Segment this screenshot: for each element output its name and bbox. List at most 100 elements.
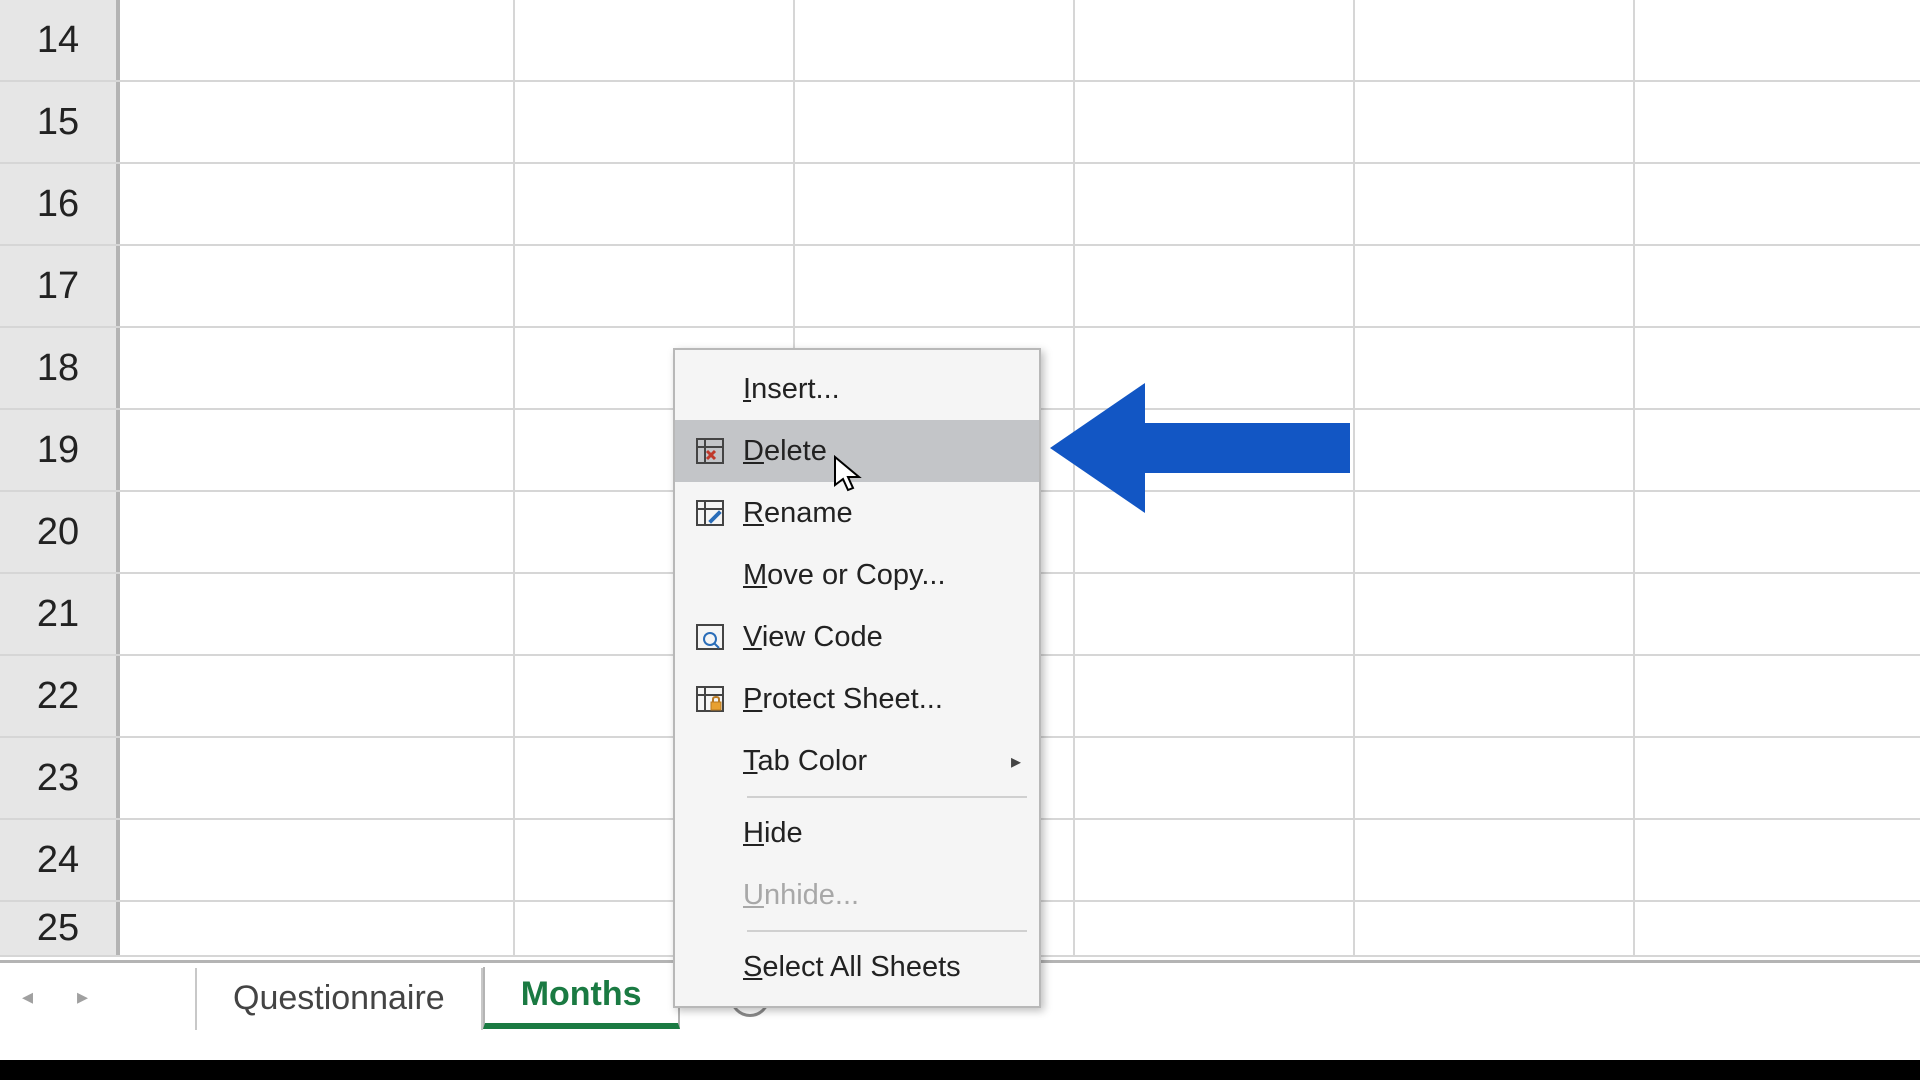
menu-separator [747,930,1027,932]
cell[interactable] [1075,246,1355,326]
cell[interactable] [120,82,515,162]
cell[interactable] [1075,738,1355,818]
sheet-tab-label: Questionnaire [233,979,445,1018]
cell[interactable] [1075,164,1355,244]
row-header[interactable]: 15 [0,82,120,162]
menu-rename[interactable]: Rename [675,482,1039,544]
blank-icon [685,875,735,915]
cell[interactable] [120,574,515,654]
menu-label: Protect Sheet... [743,683,1029,716]
cell[interactable] [515,246,795,326]
cell[interactable] [795,246,1075,326]
cell[interactable] [1355,492,1635,572]
cell[interactable] [1355,902,1635,955]
cell[interactable] [515,0,795,80]
row-header[interactable]: 19 [0,410,120,490]
cell[interactable] [120,164,515,244]
cell[interactable] [1355,0,1635,80]
sheet-tab-questionnaire[interactable]: Questionnaire [195,968,483,1030]
cell[interactable] [795,164,1075,244]
cell[interactable] [1075,492,1355,572]
menu-label: Select All Sheets [743,951,1029,984]
cell[interactable] [1355,82,1635,162]
row-16: 16 [0,164,1920,246]
cell[interactable] [120,902,515,955]
menu-tab-color[interactable]: Tab Color ▸ [675,730,1039,792]
cell[interactable] [1075,328,1355,408]
menu-hide[interactable]: Hide [675,802,1039,864]
row-header[interactable]: 17 [0,246,120,326]
blank-icon [685,947,735,987]
row-header[interactable]: 23 [0,738,120,818]
cell[interactable] [1075,902,1355,955]
cell[interactable] [1355,246,1635,326]
cell[interactable] [120,738,515,818]
blank-icon [685,813,735,853]
menu-select-all-sheets[interactable]: Select All Sheets [675,936,1039,998]
bottom-border [0,1060,1920,1080]
row-15: 15 [0,82,1920,164]
view-code-icon [685,617,735,657]
row-header[interactable]: 20 [0,492,120,572]
row-header[interactable]: 16 [0,164,120,244]
menu-move-copy[interactable]: Move or Copy... [675,544,1039,606]
delete-sheet-icon [685,431,735,471]
menu-label: Hide [743,817,1029,850]
row-header[interactable]: 14 [0,0,120,80]
cell[interactable] [795,82,1075,162]
chevron-right-icon: ▸ [77,984,88,1010]
menu-label: Rename [743,497,1029,530]
menu-delete[interactable]: Delete [675,420,1039,482]
cell[interactable] [795,0,1075,80]
menu-separator [747,796,1027,798]
row-header[interactable]: 21 [0,574,120,654]
cell[interactable] [120,246,515,326]
sheet-tab-months[interactable]: Months [483,967,680,1029]
menu-protect-sheet[interactable]: Protect Sheet... [675,668,1039,730]
row-header[interactable]: 22 [0,656,120,736]
blank-icon [685,369,735,409]
menu-label: Tab Color [743,745,1029,778]
chevron-left-icon: ◂ [22,984,33,1010]
cell[interactable] [120,0,515,80]
cell[interactable] [1355,574,1635,654]
menu-label: Unhide... [743,879,1029,912]
cell[interactable] [1075,656,1355,736]
cell[interactable] [120,410,515,490]
menu-label: View Code [743,621,1029,654]
menu-label: Move or Copy... [743,559,1029,592]
row-header[interactable]: 18 [0,328,120,408]
cell[interactable] [1075,574,1355,654]
menu-unhide: Unhide... [675,864,1039,926]
cell[interactable] [1075,820,1355,900]
cell[interactable] [120,656,515,736]
cell[interactable] [1355,656,1635,736]
cell[interactable] [120,328,515,408]
cell[interactable] [1355,738,1635,818]
cell[interactable] [1355,328,1635,408]
menu-label: Delete [743,435,1029,468]
tab-nav-prev[interactable]: ◂ [0,962,55,1032]
cell[interactable] [1355,820,1635,900]
sheet-context-menu: Insert... Delete Rename Move or Copy [673,348,1041,1008]
blank-icon [685,555,735,595]
menu-label: Insert... [743,373,1029,406]
row-header[interactable]: 25 [0,902,120,955]
row-header[interactable]: 24 [0,820,120,900]
submenu-arrow-icon: ▸ [1011,749,1021,774]
cell[interactable] [1355,410,1635,490]
rename-sheet-icon [685,493,735,533]
tab-nav-next[interactable]: ▸ [55,962,110,1032]
blank-icon [685,741,735,781]
cell[interactable] [120,492,515,572]
cell[interactable] [515,164,795,244]
cell[interactable] [1075,0,1355,80]
cell[interactable] [1075,82,1355,162]
menu-insert[interactable]: Insert... [675,358,1039,420]
row-14: 14 [0,0,1920,82]
menu-view-code[interactable]: View Code [675,606,1039,668]
cell[interactable] [1075,410,1355,490]
cell[interactable] [1355,164,1635,244]
cell[interactable] [515,82,795,162]
cell[interactable] [120,820,515,900]
